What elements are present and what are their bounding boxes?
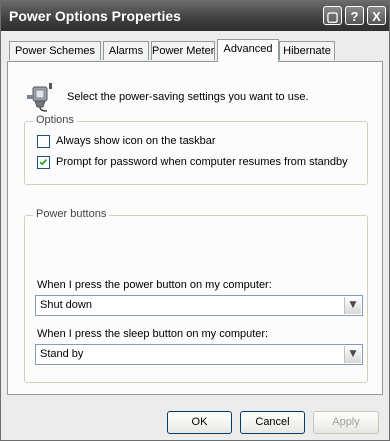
tab-hibernate[interactable]: Hibernate xyxy=(279,41,335,60)
intro-text: Select the power-saving settings you wan… xyxy=(67,91,309,103)
check-icon xyxy=(39,158,48,166)
ok-button[interactable]: OK xyxy=(167,411,232,434)
sleep-button-value: Stand by xyxy=(40,348,84,360)
tab-advanced[interactable]: Advanced xyxy=(217,39,279,62)
apply-button[interactable]: Apply xyxy=(313,411,379,434)
title-bar[interactable]: Power Options Properties ▢ ? X xyxy=(1,1,389,31)
tab-power-schemes[interactable]: Power Schemes xyxy=(9,41,101,60)
sleep-button-select[interactable]: Stand by ▼ xyxy=(35,344,363,365)
chevron-down-icon[interactable]: ▼ xyxy=(344,297,361,314)
help-button[interactable]: ? xyxy=(345,6,364,25)
tab-strip: Power Schemes Alarms Power Meter Advance… xyxy=(7,39,383,62)
power-button-select[interactable]: Shut down ▼ xyxy=(35,295,363,316)
tab-power-meter[interactable]: Power Meter xyxy=(151,41,215,60)
prompt-password-checkbox[interactable] xyxy=(37,156,50,169)
power-plug-icon xyxy=(27,83,52,112)
power-options-window: Power Options Properties ▢ ? X Power Sch… xyxy=(0,0,390,441)
cancel-button[interactable]: Cancel xyxy=(240,411,305,434)
window-title: Power Options Properties xyxy=(9,8,181,24)
sleep-button-label: When I press the sleep button on my comp… xyxy=(37,328,269,340)
options-group: Options xyxy=(24,114,368,185)
always-show-icon-label[interactable]: Always show icon on the taskbar xyxy=(56,135,216,147)
minimize-button[interactable]: ▢ xyxy=(323,6,342,25)
power-button-label: When I press the power button on my comp… xyxy=(37,279,272,291)
close-button[interactable]: X xyxy=(367,6,386,25)
chevron-down-icon[interactable]: ▼ xyxy=(344,346,361,363)
options-legend: Options xyxy=(33,114,77,126)
always-show-icon-checkbox[interactable] xyxy=(37,135,50,148)
prompt-password-label[interactable]: Prompt for password when computer resume… xyxy=(56,156,348,168)
power-button-value: Shut down xyxy=(40,299,92,311)
power-buttons-legend: Power buttons xyxy=(33,208,110,220)
tab-alarms[interactable]: Alarms xyxy=(103,41,149,60)
